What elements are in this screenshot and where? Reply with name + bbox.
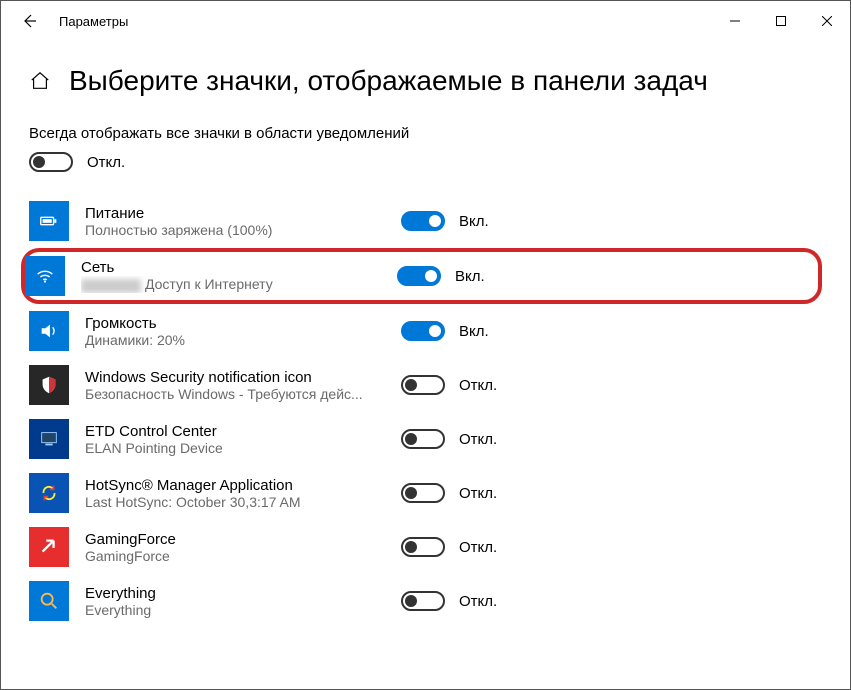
item-title: GamingForce bbox=[85, 531, 385, 548]
item-subtitle: Доступ к Интернету bbox=[81, 276, 381, 292]
item-row: ПитаниеПолностью заряжена (100%) Вкл. bbox=[29, 194, 822, 248]
item-toggle[interactable] bbox=[401, 211, 445, 231]
item-toggle[interactable] bbox=[401, 483, 445, 503]
item-row: GamingForceGamingForce Откл. bbox=[29, 520, 822, 574]
toggle-state-label: Откл. bbox=[459, 593, 497, 610]
close-button[interactable] bbox=[804, 5, 850, 37]
item-row: ETD Control CenterELAN Pointing Device От… bbox=[29, 412, 822, 466]
item-title: Everything bbox=[85, 585, 385, 602]
item-subtitle: Безопасность Windows - Требуются дейс... bbox=[85, 386, 385, 402]
back-button[interactable] bbox=[17, 9, 41, 33]
monitor-icon bbox=[29, 419, 69, 459]
item-title: Сеть bbox=[81, 259, 381, 276]
item-title: Windows Security notification icon bbox=[85, 369, 385, 386]
item-subtitle: GamingForce bbox=[85, 548, 385, 564]
battery-icon bbox=[29, 201, 69, 241]
item-title: HotSync® Manager Application bbox=[85, 477, 385, 494]
page-title: Выберите значки, отображаемые в панели з… bbox=[69, 65, 708, 97]
item-title: ETD Control Center bbox=[85, 423, 385, 440]
maximize-button[interactable] bbox=[758, 5, 804, 37]
item-row: ГромкостьДинамики: 20% Вкл. bbox=[29, 304, 822, 358]
item-subtitle: Полностью заряжена (100%) bbox=[85, 222, 385, 238]
item-subtitle: ELAN Pointing Device bbox=[85, 440, 385, 456]
master-toggle[interactable] bbox=[29, 152, 73, 172]
master-toggle-state: Откл. bbox=[87, 154, 125, 171]
item-subtitle: Динамики: 20% bbox=[85, 332, 385, 348]
sync-icon bbox=[29, 473, 69, 513]
home-icon[interactable] bbox=[29, 70, 51, 92]
master-toggle-label: Всегда отображать все значки в области у… bbox=[29, 125, 822, 142]
item-row: Windows Security notification iconБезопа… bbox=[29, 358, 822, 412]
item-toggle[interactable] bbox=[401, 591, 445, 611]
item-row: EverythingEverything Откл. bbox=[29, 574, 822, 628]
item-subtitle: Last HotSync: October 30,3:17 AM bbox=[85, 494, 385, 510]
shield-icon bbox=[29, 365, 69, 405]
window-title: Параметры bbox=[59, 14, 128, 29]
item-title: Питание bbox=[85, 205, 385, 222]
item-toggle[interactable] bbox=[401, 429, 445, 449]
toggle-state-label: Откл. bbox=[459, 431, 497, 448]
toggle-state-label: Откл. bbox=[459, 377, 497, 394]
volume-icon bbox=[29, 311, 69, 351]
item-row: HotSync® Manager ApplicationLast HotSync… bbox=[29, 466, 822, 520]
item-subtitle: Everything bbox=[85, 602, 385, 618]
toggle-state-label: Вкл. bbox=[455, 268, 485, 285]
search-icon bbox=[29, 581, 69, 621]
arrow-icon bbox=[29, 527, 69, 567]
minimize-button[interactable] bbox=[712, 5, 758, 37]
wifi-icon bbox=[25, 256, 65, 296]
item-toggle[interactable] bbox=[401, 321, 445, 341]
item-title: Громкость bbox=[85, 315, 385, 332]
item-toggle[interactable] bbox=[401, 375, 445, 395]
item-toggle[interactable] bbox=[401, 537, 445, 557]
toggle-state-label: Вкл. bbox=[459, 213, 489, 230]
toggle-state-label: Откл. bbox=[459, 539, 497, 556]
toggle-state-label: Откл. bbox=[459, 485, 497, 502]
item-toggle[interactable] bbox=[397, 266, 441, 286]
toggle-state-label: Вкл. bbox=[459, 323, 489, 340]
item-row: СетьДоступ к Интернету Вкл. bbox=[21, 248, 822, 304]
